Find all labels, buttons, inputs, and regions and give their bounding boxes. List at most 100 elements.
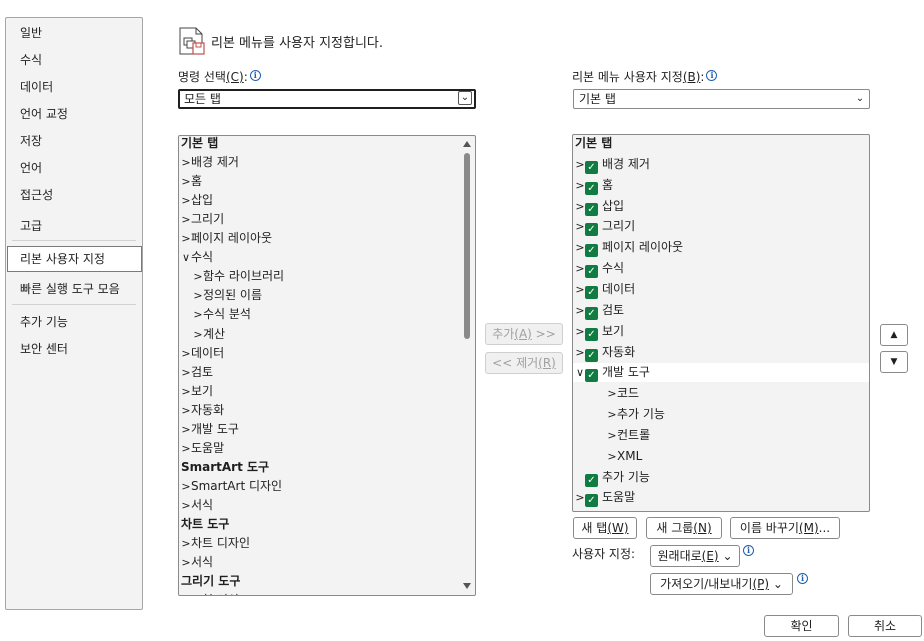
info-icon[interactable]: i [797, 573, 808, 584]
nav-item-quick-access-toolbar[interactable]: 빠른 실행 도구 모음 [6, 278, 142, 300]
tree-item[interactable]: >배경 제거 [179, 153, 475, 172]
checkbox-checked-icon[interactable]: ✓ [585, 202, 598, 216]
reset-dropdown-button[interactable]: 원래대로(E) ⌄ [650, 545, 740, 567]
checkbox-checked-icon[interactable]: ✓ [585, 223, 598, 237]
add-button[interactable]: 추가(A) >> [485, 323, 563, 345]
checkbox-checked-icon[interactable]: ✓ [585, 285, 598, 299]
scroll-down-icon[interactable] [463, 583, 471, 589]
chevron-right-icon[interactable]: > [181, 534, 191, 553]
nav-item-customize-ribbon[interactable]: 리본 사용자 지정 [7, 246, 142, 272]
nav-item-trust-center[interactable]: 보안 센터 [6, 338, 142, 360]
commands-dropdown[interactable]: 모든 탭 ⌄ [178, 89, 476, 109]
chevron-right-icon[interactable]: > [575, 155, 585, 174]
commands-list[interactable]: 기본 탭 >배경 제거 >홈 >삽입 >그리기 >페이지 레이아웃 ∨수식 >함수 라이브러리… [178, 135, 476, 596]
tree-item[interactable]: >서식 [179, 496, 475, 515]
chevron-right-icon[interactable]: > [193, 286, 203, 305]
remove-button[interactable]: << 제거(R) [485, 352, 563, 374]
info-icon[interactable]: i [706, 70, 718, 81]
move-up-button[interactable]: ▲ [880, 324, 908, 346]
tree-item[interactable]: >자동화 [179, 401, 475, 420]
tree-item[interactable]: >페이지 레이아웃 [179, 229, 475, 248]
chevron-right-icon[interactable]: > [181, 229, 191, 248]
tree-item[interactable]: >그리기 [179, 210, 475, 229]
chevron-down-icon[interactable]: ∨ [575, 363, 585, 382]
tree-item[interactable]: > ✓ 삽입 [573, 197, 869, 216]
list-group-header[interactable]: 기본 탭 [179, 136, 475, 153]
tree-item[interactable]: > ✓ 보기 [573, 322, 869, 341]
nav-item-formulas[interactable]: 수식 [6, 49, 142, 71]
nav-item-proofing[interactable]: 언어 교정 [6, 103, 142, 125]
tree-item[interactable]: >컨트롤 [573, 426, 869, 445]
tree-item[interactable]: >XML [573, 447, 869, 466]
chevron-right-icon[interactable]: > [575, 301, 585, 320]
tree-item[interactable]: >삽입 [179, 191, 475, 210]
tree-item[interactable]: >계산 [179, 325, 475, 344]
chevron-down-icon[interactable]: ∨ [181, 248, 191, 267]
tree-item[interactable]: ∨ ✓ 개발 도구 [573, 363, 869, 383]
chevron-right-icon[interactable]: > [575, 488, 585, 507]
tree-item[interactable]: >추가 기능 [573, 405, 869, 424]
tree-item[interactable]: > ✓ 페이지 레이아웃 [573, 238, 869, 258]
checkbox-checked-icon[interactable]: ✓ [585, 327, 598, 341]
tree-item[interactable]: >개발 도구 [179, 420, 475, 439]
checkbox-checked-icon[interactable]: ✓ [585, 348, 598, 362]
rename-button[interactable]: 이름 바꾸기(M)... [730, 517, 840, 539]
chevron-right-icon[interactable]: > [181, 363, 191, 382]
cancel-button[interactable]: 취소 [848, 615, 922, 637]
tree-item[interactable]: >검토 [179, 363, 475, 382]
nav-item-data[interactable]: 데이터 [6, 76, 142, 98]
tree-item[interactable]: >함수 라이브러리 [179, 267, 475, 286]
checkbox-checked-icon[interactable]: ✓ [585, 244, 598, 258]
chevron-right-icon[interactable]: > [181, 553, 191, 572]
tree-item[interactable]: >코드 [573, 384, 869, 403]
tree-item[interactable]: >데이터 [179, 344, 475, 363]
tree-item[interactable]: >도움말 [179, 439, 475, 458]
chevron-right-icon[interactable]: > [575, 343, 585, 362]
chevron-right-icon[interactable]: > [181, 153, 191, 172]
ribbon-dropdown[interactable]: 기본 탭 ⌄ [573, 89, 870, 109]
chevron-right-icon[interactable]: > [193, 325, 203, 344]
tree-item[interactable]: ✓ 추가 기능 [573, 468, 869, 487]
chevron-right-icon[interactable]: > [575, 259, 585, 278]
chevron-right-icon[interactable]: > [607, 405, 617, 424]
tree-item[interactable]: >정의된 이름 [179, 286, 475, 305]
nav-item-save[interactable]: 저장 [6, 130, 142, 152]
info-icon[interactable]: i [743, 545, 754, 556]
import-export-dropdown-button[interactable]: 가져오기/내보내기(P) ⌄ [650, 573, 793, 595]
checkbox-checked-icon[interactable]: ✓ [585, 181, 598, 195]
chevron-right-icon[interactable]: > [181, 420, 191, 439]
chevron-right-icon[interactable]: > [181, 477, 191, 496]
tree-item[interactable]: > ✓ 수식 [573, 259, 869, 279]
chevron-right-icon[interactable]: > [575, 197, 585, 216]
nav-item-advanced[interactable]: 고급 [6, 215, 142, 237]
chevron-right-icon[interactable]: > [181, 382, 191, 401]
checkbox-checked-icon[interactable]: ✓ [585, 473, 598, 487]
tree-item[interactable]: >수식 분석 [179, 305, 475, 324]
checkbox-checked-icon[interactable]: ✓ [585, 265, 598, 279]
tree-item[interactable]: >SmartArt 디자인 [179, 477, 475, 496]
scrollbar-thumb[interactable] [464, 153, 470, 339]
chevron-right-icon[interactable]: > [193, 305, 203, 324]
chevron-right-icon[interactable]: > [575, 322, 585, 341]
info-icon[interactable]: i [249, 70, 261, 81]
tree-item[interactable]: > ✓ 자동화 [573, 343, 869, 362]
tree-item[interactable]: > ✓ 검토 [573, 301, 869, 320]
new-group-button[interactable]: 새 그룹(N) [646, 517, 722, 539]
chevron-right-icon[interactable]: > [181, 191, 191, 210]
checkbox-checked-icon[interactable]: ✓ [585, 369, 598, 383]
commands-list-scrollbar[interactable] [461, 137, 473, 593]
list-group-header[interactable]: 차트 도구 [179, 515, 475, 534]
move-down-button[interactable]: ▼ [880, 351, 908, 373]
new-tab-button[interactable]: 새 탭(W) [573, 517, 637, 539]
tree-item[interactable]: >보기 [179, 382, 475, 401]
checkbox-checked-icon[interactable]: ✓ [585, 160, 598, 174]
chevron-right-icon[interactable]: > [607, 384, 617, 403]
chevron-right-icon[interactable]: > [181, 591, 191, 595]
chevron-right-icon[interactable]: > [181, 401, 191, 420]
tree-item[interactable]: > ✓ 그리기 [573, 217, 869, 237]
tree-item[interactable]: >도형 서식 [179, 591, 475, 595]
chevron-right-icon[interactable]: > [575, 217, 585, 236]
tree-item[interactable]: > ✓ 배경 제거 [573, 155, 869, 174]
nav-item-accessibility[interactable]: 접근성 [6, 184, 142, 206]
chevron-right-icon[interactable]: > [607, 426, 617, 445]
